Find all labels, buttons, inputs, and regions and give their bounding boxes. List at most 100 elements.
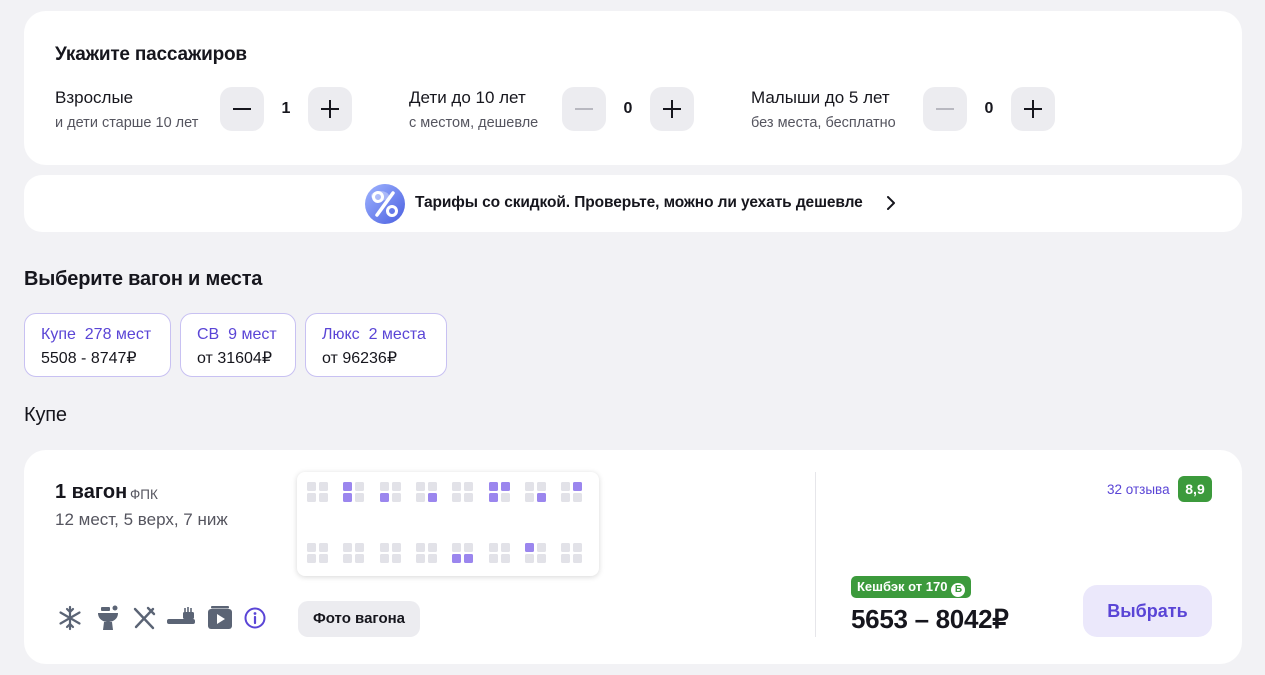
infants-label: Малыши до 5 лет [751,88,890,107]
seat-unavailable [415,493,425,502]
seat-available[interactable] [536,493,546,502]
compartment[interactable] [524,482,547,504]
class-chip-lux[interactable]: Люкс 2 места от 96236₽ [305,313,447,377]
adults-plus-button[interactable] [308,87,352,131]
seat-unavailable [391,543,401,552]
seat-unavailable [500,493,510,502]
children-sublabel: с местом, дешевле [409,115,539,131]
wagon-number: 1 вагон [55,481,128,503]
compartment[interactable] [452,543,474,565]
seat-unavailable [379,482,389,491]
compartment[interactable] [343,482,365,504]
compartment[interactable] [488,482,511,504]
seat-unavailable [355,493,365,502]
class-seats: 9 мест [228,326,277,343]
seat-available[interactable] [343,482,353,491]
seat-unavailable [561,493,571,502]
seat-unavailable [536,554,546,563]
minus-icon [936,108,954,110]
compartment[interactable] [561,543,583,565]
plus-icon [321,100,339,118]
minus-icon [575,108,593,110]
seat-unavailable [500,554,510,563]
compartment[interactable] [561,482,583,504]
percent-badge-icon [365,184,405,224]
seat-unavailable [427,543,437,552]
children-minus-button[interactable] [562,87,606,131]
compartment[interactable] [452,482,474,504]
seat-unavailable [524,554,534,563]
compartment[interactable] [379,482,402,504]
seat-available[interactable] [343,493,353,502]
seat-unavailable [319,493,328,502]
class-price: 5508 - 8747₽ [41,350,137,367]
bonus-coin-icon: Б [951,583,966,597]
compartment[interactable] [343,543,365,565]
seat-unavailable [343,543,353,552]
seat-unavailable [524,482,534,491]
seat-available[interactable] [573,482,583,491]
seat-available[interactable] [379,493,389,502]
seat-unavailable [391,493,401,502]
seat-available[interactable] [524,543,534,552]
minus-icon [233,108,251,110]
class-chip-label: СВ 9 мест [197,326,277,344]
compartment[interactable] [488,543,511,565]
seat-available[interactable] [500,482,510,491]
infants-plus-button[interactable] [1011,87,1055,131]
adults-minus-button[interactable] [220,87,264,131]
seat-unavailable [561,554,571,563]
seat-unavailable [379,543,389,552]
class-price: от 31604₽ [197,350,272,367]
seat-unavailable [452,493,462,502]
seat-unavailable [415,554,425,563]
seat-available[interactable] [452,554,462,563]
divider [815,472,816,637]
children-plus-button[interactable] [650,87,694,131]
seat-unavailable [355,543,365,552]
infants-group: Малыши до 5 лет без места, бесплатно 0 [751,87,1061,133]
seat-unavailable [391,482,401,491]
seat-available[interactable] [488,493,498,502]
wagon-seat-map[interactable] [297,472,599,576]
infants-sublabel: без места, бесплатно [751,115,896,131]
seat-unavailable [464,543,474,552]
class-chip-sv[interactable]: СВ 9 мест от 31604₽ [180,313,296,377]
seat-unavailable [427,482,437,491]
hygiene-icon [167,607,195,624]
class-chip-label: Купе 278 мест [41,326,151,344]
compartment[interactable] [307,543,329,565]
adults-group: Взрослые и дети старше 10 лет 1 [55,87,355,133]
seat-unavailable [319,554,328,563]
select-wagon-button[interactable]: Выбрать [1083,585,1212,637]
reviews-link[interactable]: 32 отзыва [1107,482,1170,497]
compartment[interactable] [379,543,402,565]
class-chip-kupe[interactable]: Купе 278 мест 5508 - 8747₽ [24,313,171,377]
wagon-carrier: ФПК [130,487,158,502]
seat-unavailable [307,543,316,552]
seat-unavailable [500,543,510,552]
compartment[interactable] [307,482,329,504]
seat-available[interactable] [488,482,498,491]
compartment[interactable] [524,543,547,565]
seat-available[interactable] [427,493,437,502]
seat-unavailable [452,543,462,552]
children-group: Дети до 10 лет с местом, дешевле 0 [409,87,709,133]
seat-unavailable [355,554,365,563]
infants-count: 0 [984,100,994,117]
seat-unavailable [391,554,401,563]
seat-unavailable [464,482,474,491]
cashback-text: Кешбэк от 170 [857,579,948,594]
children-count: 0 [623,100,633,117]
infants-minus-button[interactable] [923,87,967,131]
discount-banner[interactable]: Тарифы со скидкой. Проверьте, можно ли у… [24,175,1242,232]
seat-unavailable [573,554,583,563]
wagon-photo-button[interactable]: Фото вагона [298,601,420,637]
seat-available[interactable] [464,554,474,563]
plus-icon [1024,100,1042,118]
class-seats: 2 места [368,326,426,343]
compartment[interactable] [415,543,438,565]
compartment[interactable] [415,482,438,504]
seat-unavailable [427,554,437,563]
info-icon[interactable] [243,605,267,631]
